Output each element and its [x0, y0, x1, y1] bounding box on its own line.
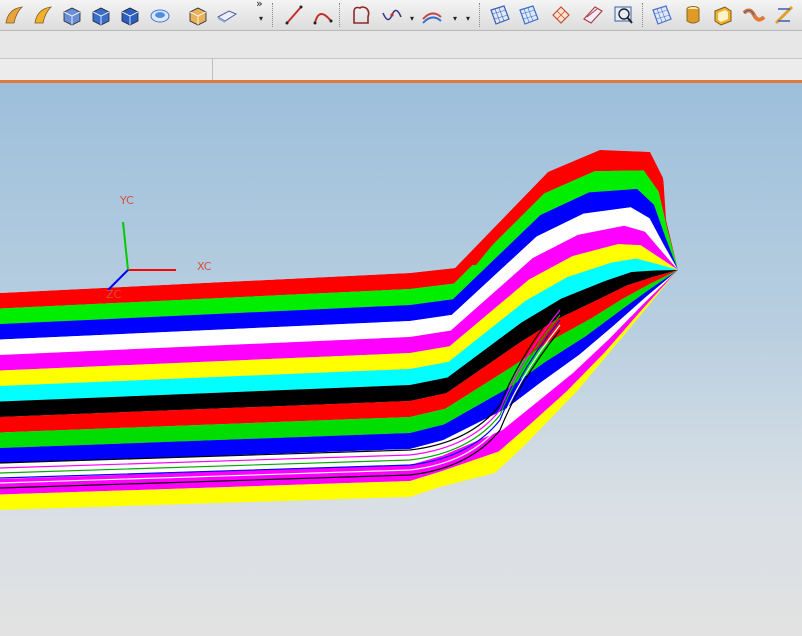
- dropdown-arrow-icon[interactable]: ▾: [453, 14, 457, 23]
- blend-button[interactable]: [581, 3, 605, 27]
- sweep-button[interactable]: [2, 3, 26, 27]
- mesh-icon: [519, 5, 539, 25]
- sweep-icon: [5, 6, 24, 24]
- zoom-face-icon: [614, 6, 633, 24]
- shell-button[interactable]: [711, 3, 735, 27]
- sketch-button[interactable]: [349, 3, 373, 27]
- model-canvas: YC XC ZC: [0, 150, 678, 510]
- block-icon: [92, 7, 110, 26]
- dropdown-arrow-icon[interactable]: ▾: [466, 14, 470, 23]
- face-icon: [490, 5, 510, 25]
- box-icon: [63, 7, 81, 26]
- line-icon: [285, 5, 303, 25]
- trim-icon: [552, 6, 570, 24]
- surface-icon: [34, 6, 53, 24]
- sheet-button[interactable]: [650, 3, 674, 27]
- dropdown-arrow-icon[interactable]: ▾: [410, 14, 414, 23]
- status-strip: [0, 58, 802, 81]
- arc-button[interactable]: [311, 3, 335, 27]
- sheet-icon: [652, 5, 672, 25]
- slab-icon: [216, 10, 238, 23]
- trim-button[interactable]: [549, 3, 573, 27]
- main-toolbar: » ▾ ▾ ▾ ▾: [0, 0, 802, 31]
- spline-icon: [382, 9, 402, 21]
- zc-label: ZC: [106, 288, 122, 301]
- arc-icon: [313, 13, 333, 25]
- offset-curve-icon: [422, 12, 442, 24]
- toolbar-overflow-button[interactable]: »: [256, 0, 263, 9]
- extrude-button[interactable]: [186, 3, 210, 27]
- toolbar-separator: [272, 3, 273, 27]
- shell-icon: [714, 6, 732, 26]
- toolbar-separator: [339, 3, 340, 27]
- pad-icon: [150, 9, 170, 23]
- mesh-button[interactable]: [517, 3, 541, 27]
- extrude-icon: [189, 7, 207, 26]
- face-button[interactable]: [488, 3, 512, 27]
- blend-icon: [583, 6, 603, 24]
- sketch-icon: [353, 6, 370, 24]
- toolbar-separator: [642, 3, 643, 27]
- pad-button[interactable]: [148, 3, 172, 27]
- surface-button[interactable]: [31, 3, 55, 27]
- dropdown-arrow-icon[interactable]: ▾: [259, 14, 263, 23]
- secondary-toolbar: [0, 31, 802, 58]
- measure-button[interactable]: [772, 3, 796, 27]
- xc-label: XC: [197, 260, 212, 273]
- box-button[interactable]: [60, 3, 84, 27]
- cylinder-icon: [686, 6, 700, 24]
- block-button[interactable]: [89, 3, 113, 27]
- ribbon-button[interactable]: [742, 3, 766, 27]
- offset-curve-button[interactable]: [420, 3, 444, 27]
- cube-button[interactable]: [118, 3, 142, 27]
- ribbon-icon: [742, 8, 766, 22]
- line-button[interactable]: [282, 3, 306, 27]
- yc-label: YC: [119, 194, 134, 207]
- status-divider: [212, 59, 213, 81]
- cube-icon: [121, 7, 139, 26]
- zoom-face-button[interactable]: [612, 3, 636, 27]
- graphics-viewport[interactable]: YC XC ZC: [0, 83, 802, 636]
- cylinder-button[interactable]: [681, 3, 705, 27]
- spline-button[interactable]: [380, 3, 404, 27]
- measure-icon: [774, 5, 794, 25]
- slab-button[interactable]: [215, 3, 239, 27]
- yc-axis: [122, 221, 129, 271]
- toolbar-separator: [479, 3, 480, 27]
- part-body[interactable]: [0, 150, 678, 510]
